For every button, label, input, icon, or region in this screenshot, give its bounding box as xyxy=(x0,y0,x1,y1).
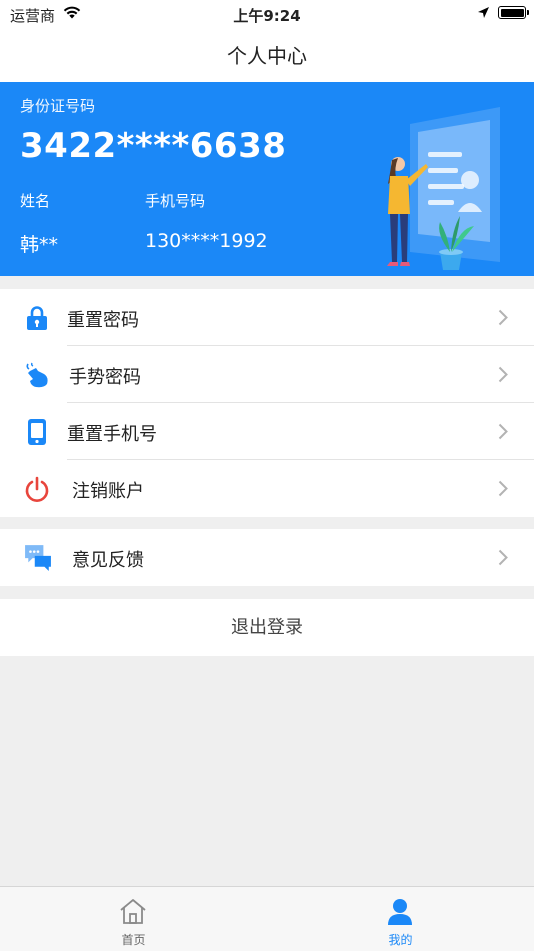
name-label: 姓名 xyxy=(20,192,51,210)
feedback-item[interactable]: 意见反馈 xyxy=(0,529,534,586)
settings-menu: 重置密码 手势密码 重置手机号 注销账户 xyxy=(0,289,534,517)
page-title: 个人中心 xyxy=(227,44,307,68)
gesture-hand-icon xyxy=(26,362,48,388)
status-time: 上午9:24 xyxy=(233,7,301,25)
logout-button[interactable]: 退出登录 xyxy=(0,599,534,656)
chevron-right-icon xyxy=(498,366,508,383)
chevron-right-icon xyxy=(498,549,508,566)
name-value: 韩** xyxy=(20,234,59,256)
tab-mine-label: 我的 xyxy=(388,933,413,947)
chevron-right-icon xyxy=(498,480,508,497)
location-arrow-icon xyxy=(478,7,489,18)
home-icon xyxy=(120,899,146,924)
reset-password-item[interactable]: 重置密码 xyxy=(0,289,534,346)
chevron-right-icon xyxy=(498,309,508,326)
phone-label: 手机号码 xyxy=(145,192,206,210)
reset-password-label: 重置密码 xyxy=(67,310,139,331)
profile-card: 身份证号码 3422****6638 姓名 手机号码 韩** 130****19… xyxy=(0,82,534,276)
status-bar: 运营商 上午9:24 xyxy=(0,0,534,28)
tab-mine[interactable]: 我的 xyxy=(267,887,534,951)
reset-phone-label: 重置手机号 xyxy=(67,424,157,445)
lock-icon xyxy=(27,306,47,330)
battery-icon xyxy=(498,6,529,19)
id-number-label: 身份证号码 xyxy=(20,97,96,115)
power-icon xyxy=(25,476,49,502)
gesture-password-label: 手势密码 xyxy=(69,367,141,388)
cancel-account-label: 注销账户 xyxy=(72,481,144,502)
chevron-right-icon xyxy=(498,423,508,440)
feedback-label: 意见反馈 xyxy=(72,550,144,571)
tab-bar: 首页 我的 xyxy=(0,886,534,951)
gesture-password-item[interactable]: 手势密码 xyxy=(0,346,534,403)
chat-bubbles-icon xyxy=(25,545,51,571)
feedback-section: 意见反馈 xyxy=(0,529,534,586)
phone-icon xyxy=(28,419,46,445)
nav-bar: 个人中心 xyxy=(0,28,534,82)
id-number-value: 3422****6638 xyxy=(20,126,287,166)
tab-home-label: 首页 xyxy=(121,933,146,947)
phone-value: 130****1992 xyxy=(145,230,268,252)
cancel-account-item[interactable]: 注销账户 xyxy=(0,460,534,517)
reset-phone-item[interactable]: 重置手机号 xyxy=(0,403,534,460)
user-icon xyxy=(388,899,412,925)
tab-home[interactable]: 首页 xyxy=(0,887,267,951)
id-card-illustration xyxy=(387,107,500,270)
